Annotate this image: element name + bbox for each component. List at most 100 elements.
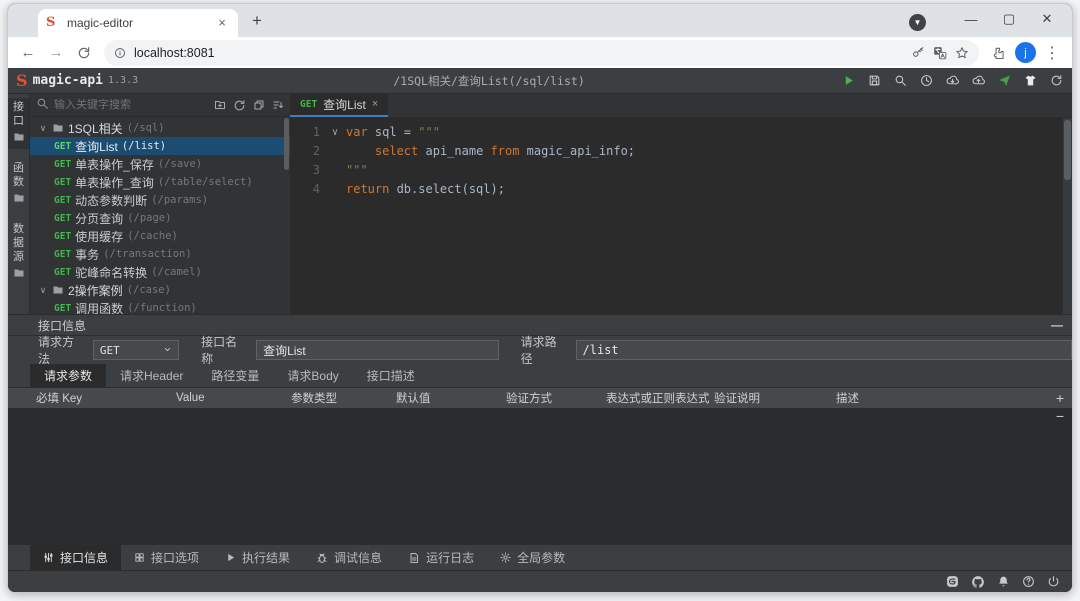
tab-close-icon[interactable]: × <box>214 15 230 31</box>
param-table-body[interactable]: − <box>8 408 1072 544</box>
extensions-puzzle-icon[interactable] <box>987 41 1011 65</box>
tree-api-item[interactable]: GET使用缓存(/cache) <box>30 227 290 245</box>
power-icon[interactable] <box>1047 575 1060 589</box>
bottom-tab-接口信息[interactable]: 接口信息 <box>30 545 121 570</box>
sort-icon[interactable] <box>272 99 284 112</box>
close-button[interactable]: ✕ <box>1028 4 1066 34</box>
tree-folder[interactable]: ∨2操作案例(/case) <box>30 281 290 299</box>
tree-api-item[interactable]: GET调用函数(/function) <box>30 299 290 314</box>
tree-api-label: 使用缓存 <box>75 228 123 245</box>
back-icon[interactable]: ← <box>16 41 40 65</box>
param-tab-接口描述[interactable]: 接口描述 <box>353 364 429 387</box>
chrome-menu-icon[interactable]: ⋮ <box>1040 41 1064 65</box>
code-token: select <box>375 144 418 158</box>
fold-icon[interactable]: ∨ <box>324 123 346 142</box>
api-info-form: 请求方法 GET 接口名称 请求路径 <box>8 336 1072 364</box>
nav-strip-char: 源 <box>13 251 24 264</box>
help-icon[interactable] <box>1022 575 1035 589</box>
url-text[interactable]: localhost:8081 <box>134 46 904 60</box>
code-text: select api_name from magic_api_info; <box>346 142 635 161</box>
theme-icon[interactable] <box>1022 73 1038 89</box>
chevron-down-icon[interactable]: ∨ <box>38 123 48 134</box>
forward-icon[interactable]: → <box>44 41 68 65</box>
search-input[interactable] <box>54 99 209 111</box>
tree-api-item[interactable]: GET单表操作_查询(/table/select) <box>30 173 290 191</box>
header-toolbar <box>840 73 1064 89</box>
method-badge: GET <box>54 267 71 278</box>
save-icon[interactable] <box>866 73 882 89</box>
browser-tab[interactable]: S magic-editor × <box>38 9 238 37</box>
app-version: 1.3.3 <box>108 75 138 86</box>
maximize-button[interactable]: ▢ <box>990 4 1028 34</box>
line-number: 1 <box>290 123 324 142</box>
cloud-download-icon[interactable] <box>944 73 960 89</box>
remove-row-button[interactable]: − <box>1056 408 1064 424</box>
add-row-button[interactable]: + <box>1056 390 1064 406</box>
bottom-tab-接口选项[interactable]: 接口选项 <box>121 545 212 570</box>
tree-api-path: (/transaction) <box>103 248 192 260</box>
minimize-button[interactable]: — <box>952 4 990 34</box>
history-icon[interactable] <box>918 73 934 89</box>
api-path-input[interactable] <box>576 340 1072 360</box>
refresh-icon[interactable] <box>1048 73 1064 89</box>
push-icon[interactable] <box>996 73 1012 89</box>
chrome-update-icon[interactable]: ▼ <box>909 14 926 31</box>
tree-api-path: (/list) <box>122 140 166 152</box>
run-icon[interactable] <box>840 73 856 89</box>
translate-icon[interactable] <box>933 46 947 60</box>
tree-api-path: (/params) <box>151 194 208 206</box>
new-tab-button[interactable]: + <box>244 9 270 35</box>
tree-api-item[interactable]: GET动态参数判断(/params) <box>30 191 290 209</box>
param-tab-请求参数[interactable]: 请求参数 <box>30 364 106 387</box>
line-number: 2 <box>290 142 324 161</box>
site-info-icon[interactable] <box>114 47 126 59</box>
column-header: 默认值 <box>396 390 506 406</box>
nav-strip-接口[interactable]: 接口 <box>8 98 29 149</box>
editor-scrollbar[interactable] <box>1063 118 1072 314</box>
tree-api-path: (/table/select) <box>158 176 253 188</box>
bottom-tab-label: 接口信息 <box>60 549 108 566</box>
bottom-tab-运行日志[interactable]: 运行日志 <box>395 545 487 570</box>
nav-strip-数据源[interactable]: 数据源 <box>8 220 29 285</box>
param-tab-请求Header[interactable]: 请求Header <box>106 364 197 387</box>
sidebar-scrollbar[interactable] <box>284 118 289 170</box>
chevron-down-icon[interactable]: ∨ <box>38 285 48 296</box>
bookmark-star-icon[interactable] <box>955 46 969 60</box>
bug-icon <box>316 552 328 564</box>
tree-api-item[interactable]: GET事务(/transaction) <box>30 245 290 263</box>
bottom-tab-执行结果[interactable]: 执行结果 <box>212 545 303 570</box>
param-tab-请求Body[interactable]: 请求Body <box>273 364 352 387</box>
bottom-tab-全局参数[interactable]: 全局参数 <box>487 545 578 570</box>
editor-tab-close-icon[interactable]: × <box>372 98 378 110</box>
profile-avatar[interactable]: j <box>1015 42 1036 63</box>
bottom-tab-label: 全局参数 <box>517 549 565 566</box>
github-icon[interactable] <box>971 575 985 589</box>
password-key-icon[interactable] <box>912 46 925 59</box>
nav-strip-函数[interactable]: 函数 <box>8 159 29 210</box>
sidebar-toolbar <box>214 99 284 112</box>
tree-api-label: 动态参数判断 <box>75 192 147 209</box>
bottom-tab-调试信息[interactable]: 调试信息 <box>303 545 395 570</box>
tree-folder[interactable]: ∨1SQL相关(/sql) <box>30 119 290 137</box>
reload-icon[interactable] <box>72 41 96 65</box>
tree-api-item[interactable]: GET驼峰命名转换(/camel) <box>30 263 290 281</box>
copy-icon[interactable] <box>253 99 265 112</box>
search-icon[interactable] <box>892 73 908 89</box>
method-select[interactable]: GET <box>93 340 179 360</box>
tree-api-item[interactable]: GET单表操作_保存(/save) <box>30 155 290 173</box>
editor-tab-active[interactable]: GET 查询List × <box>290 93 388 117</box>
refresh-icon[interactable] <box>233 99 246 112</box>
tree-api-item[interactable]: GET查询List(/list) <box>30 137 290 155</box>
folder-plus-icon[interactable] <box>214 99 226 112</box>
line-number: 4 <box>290 180 324 199</box>
api-name-input[interactable] <box>256 340 499 360</box>
bell-icon[interactable] <box>997 575 1010 589</box>
param-tab-路径变量[interactable]: 路径变量 <box>197 364 273 387</box>
collapse-panel-icon[interactable]: — <box>1051 318 1062 332</box>
cloud-upload-icon[interactable] <box>970 73 986 89</box>
code-area[interactable]: 1∨var sql = """2 select api_name from ma… <box>290 118 1072 314</box>
address-bar[interactable]: localhost:8081 <box>104 40 979 66</box>
code-token: var <box>346 125 368 139</box>
gitee-icon[interactable] <box>946 575 959 589</box>
tree-api-item[interactable]: GET分页查询(/page) <box>30 209 290 227</box>
